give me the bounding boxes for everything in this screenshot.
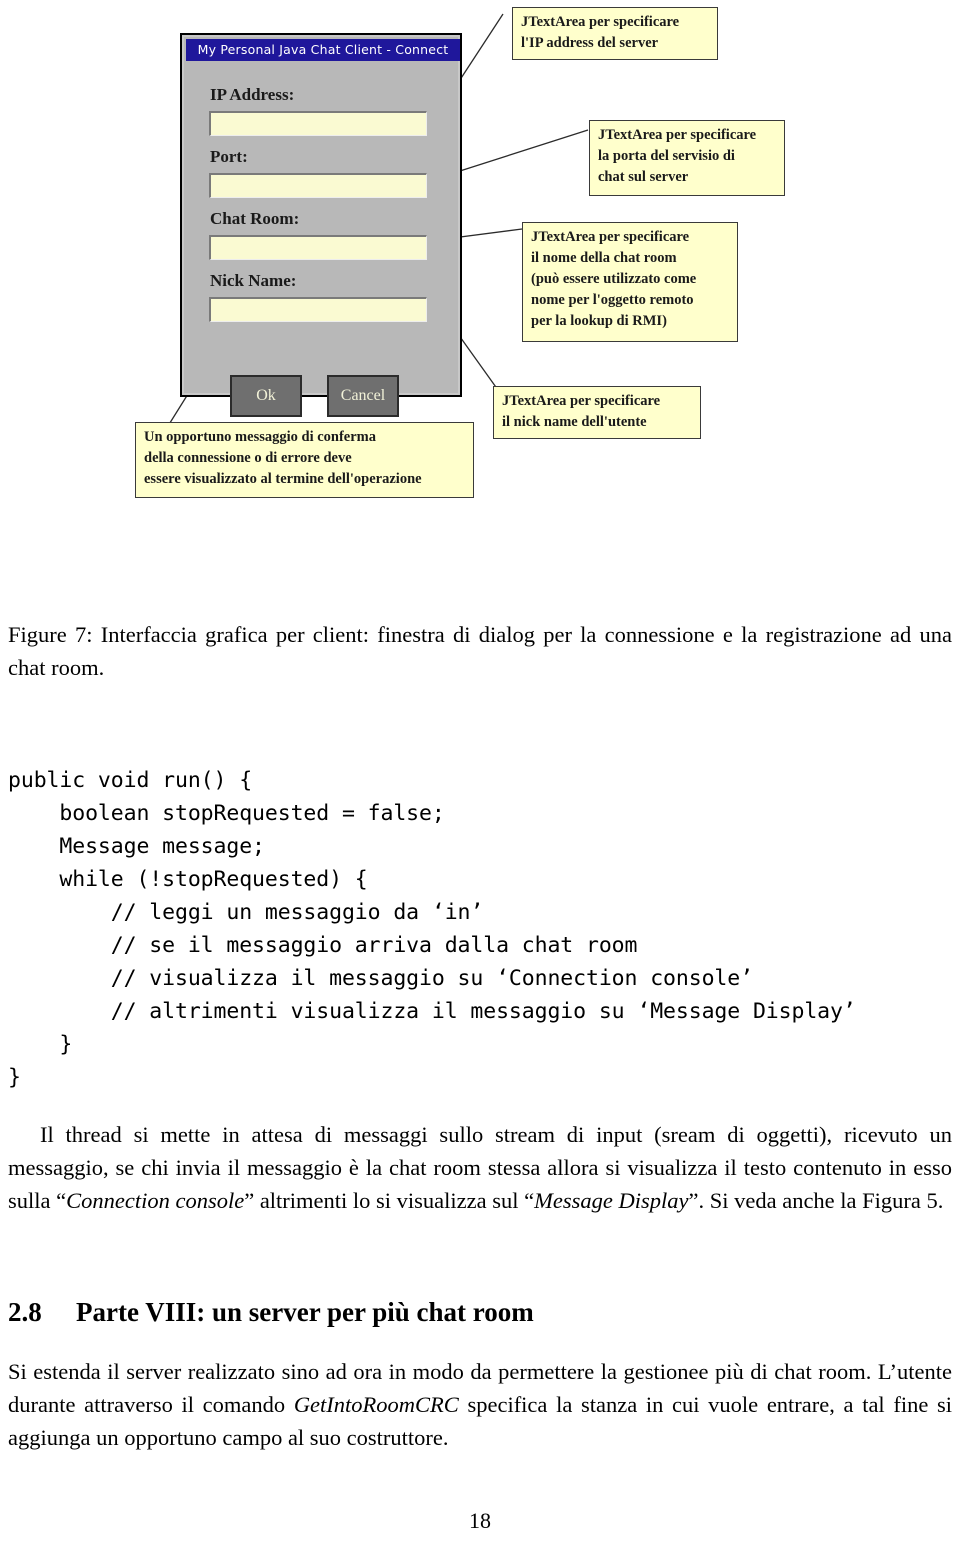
cancel-button[interactable]: Cancel bbox=[327, 375, 399, 417]
para-thread-part2: ” altrimenti lo si visualizza sul “ bbox=[244, 1187, 535, 1213]
note-ip-address: JTextArea per specificare l'IP address d… bbox=[512, 7, 718, 60]
chat-room-label: Chat Room: bbox=[210, 209, 300, 228]
note-port: JTextArea per specificare la porta del s… bbox=[589, 120, 785, 196]
paragraph-parte-viii: Si estenda il server realizzato sino ad … bbox=[8, 1355, 952, 1454]
ok-button[interactable]: Ok bbox=[230, 375, 302, 417]
para-thread-part3: ”. Si veda anche la Figura 5. bbox=[688, 1187, 944, 1213]
page-number: 18 bbox=[469, 1508, 491, 1533]
chat-room-input[interactable] bbox=[209, 235, 427, 260]
ip-address-input[interactable] bbox=[209, 111, 427, 136]
paragraph-thread: Il thread si mette in attesa di messaggi… bbox=[8, 1118, 952, 1217]
ip-address-label: IP Address: bbox=[210, 85, 295, 104]
note-chat-room: JTextArea per specificare il nome della … bbox=[522, 222, 738, 342]
term-getintoroomcrc: GetIntoRoomCRC bbox=[293, 1391, 459, 1417]
note-nick-name: JTextArea per specificare il nick name d… bbox=[493, 386, 701, 439]
port-input[interactable] bbox=[209, 173, 427, 198]
note-confirm-message: Un opportuno messaggio di conferma della… bbox=[135, 422, 474, 498]
dialog-title-bar: My Personal Java Chat Client - Connect bbox=[186, 39, 460, 61]
section-title: Parte VIII: un server per più chat room bbox=[76, 1297, 534, 1328]
port-label: Port: bbox=[210, 147, 248, 166]
chat-client-connect-dialog: My Personal Java Chat Client - Connect I… bbox=[180, 33, 462, 417]
nick-name-input[interactable] bbox=[209, 297, 427, 322]
figure-caption: Figure 7: Interfaccia grafica per client… bbox=[8, 622, 952, 680]
term-connection-console: Connection console bbox=[66, 1187, 245, 1213]
callout-arrows bbox=[167, 13, 589, 427]
section-number: 2.8 bbox=[8, 1297, 42, 1328]
section-heading: 2.8 Parte VIII: un server per più chat ro… bbox=[8, 1294, 952, 1330]
nick-name-label: Nick Name: bbox=[210, 271, 297, 290]
term-message-display: Message Display bbox=[534, 1187, 689, 1213]
code-listing: public void run() { boolean stopRequeste… bbox=[8, 767, 856, 1090]
figure-7-image: My Personal Java Chat Client - Connect I… bbox=[0, 0, 960, 600]
